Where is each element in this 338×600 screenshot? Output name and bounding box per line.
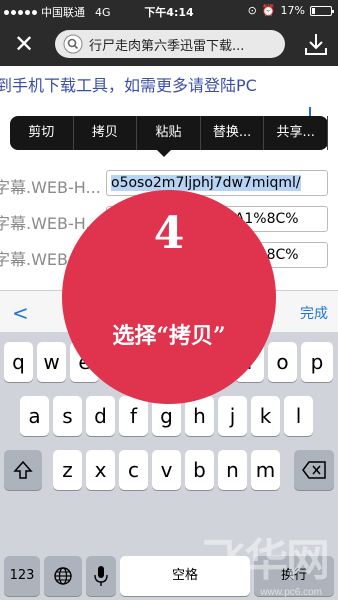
search-icon — [63, 34, 83, 54]
status-right: ⊙ ⏰ 17% — [247, 4, 334, 17]
close-icon[interactable]: ✕ — [10, 30, 38, 58]
key-p[interactable]: p — [301, 342, 333, 382]
shift-icon — [13, 460, 33, 479]
globe-key[interactable] — [44, 556, 82, 596]
key-n[interactable]: n — [218, 450, 247, 490]
selected-link-text: o5oso2m7ljphj7dw7miqml/ — [111, 175, 301, 191]
file-label: 字幕.WEB-H... — [0, 178, 101, 197]
battery-icon — [310, 5, 334, 16]
key-x[interactable]: x — [86, 450, 115, 490]
key-q[interactable]: q — [4, 342, 33, 382]
globe-icon — [54, 567, 72, 585]
notice-text: 到手机下载工具，如需更多请登陆PC — [0, 76, 257, 95]
search-field[interactable]: 行尸走肉第六季迅雷下载... — [55, 30, 285, 58]
status-bar: 中国联通 4G 下午4:14 ⊙ ⏰ 17% — [0, 0, 338, 22]
rotation-lock-icon: ⊙ — [247, 4, 257, 17]
done-button[interactable]: 完成 — [300, 303, 328, 323]
key-l[interactable]: l — [284, 396, 313, 436]
backspace-icon — [302, 461, 326, 479]
key-m[interactable]: m — [251, 450, 280, 490]
link-field[interactable]: o5oso2m7ljphj7dw7miqml/ — [106, 170, 328, 196]
download-icon[interactable] — [302, 30, 330, 58]
menu-pointer — [156, 149, 172, 157]
previous-field-button[interactable]: < — [12, 301, 29, 325]
search-query: 行尸走肉第六季迅雷下载... — [89, 38, 245, 54]
key-a[interactable]: a — [20, 396, 49, 436]
browser-navbar: ✕ 行尸走肉第六季迅雷下载... — [0, 22, 338, 66]
key-j[interactable]: j — [218, 396, 247, 436]
battery-percent: 17% — [280, 4, 305, 17]
watermark-logo: 飞华网 — [202, 535, 330, 586]
menu-item-share[interactable]: 共享... — [264, 116, 328, 150]
edit-menu: 剪切 拷贝 粘贴 替换... 共享... — [10, 116, 328, 157]
key-v[interactable]: v — [152, 450, 181, 490]
delete-key[interactable] — [294, 450, 334, 490]
key-k[interactable]: k — [251, 396, 280, 436]
step-overlay: 4 选择“拷贝” — [62, 190, 276, 404]
menu-item-cut[interactable]: 剪切 — [10, 116, 74, 150]
microphone-icon — [94, 566, 108, 586]
step-number: 4 — [153, 208, 185, 259]
alarm-icon: ⏰ — [261, 4, 276, 17]
key-s[interactable]: s — [53, 396, 82, 436]
watermark-url: www.pc6.com — [260, 587, 322, 598]
shift-key[interactable] — [4, 450, 42, 490]
menu-item-copy[interactable]: 拷贝 — [74, 116, 138, 150]
key-d[interactable]: d — [86, 396, 115, 436]
menu-item-replace[interactable]: 替换... — [201, 116, 265, 150]
key-c[interactable]: c — [119, 450, 148, 490]
menu-item-paste[interactable]: 粘贴 — [137, 116, 201, 150]
step-caption: 选择“拷贝” — [112, 323, 226, 349]
numbers-key[interactable]: 123 — [4, 556, 40, 596]
key-f[interactable]: f — [119, 396, 148, 436]
dictation-key[interactable] — [86, 556, 116, 596]
key-b[interactable]: b — [185, 450, 214, 490]
key-z[interactable]: z — [53, 450, 82, 490]
